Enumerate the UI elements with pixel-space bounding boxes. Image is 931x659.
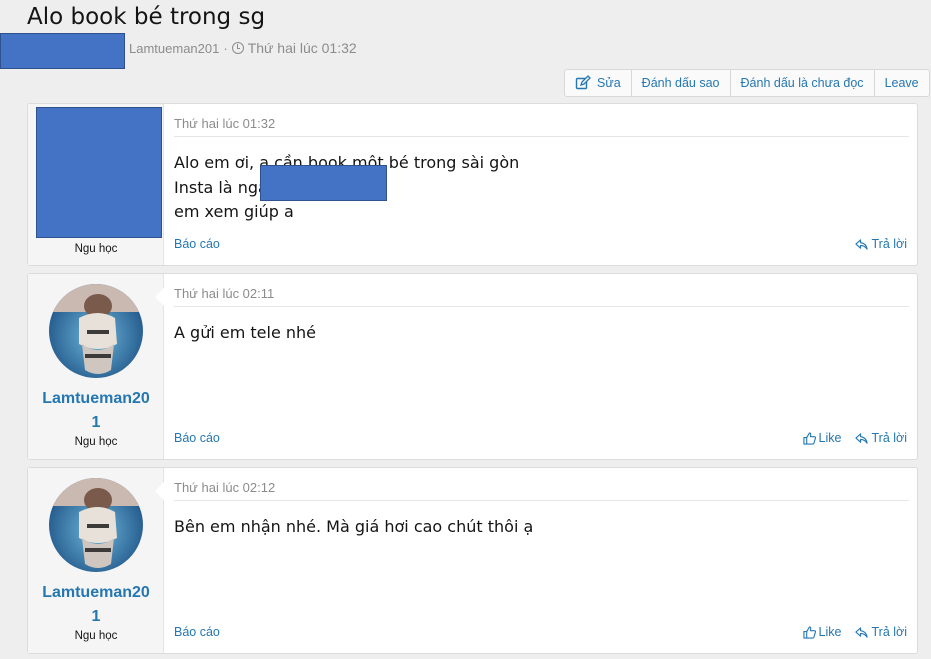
reply-icon	[855, 432, 869, 444]
avatar-image	[49, 284, 143, 378]
post-content: Bên em nhận nhé. Mà giá hơi cao chút thô…	[174, 515, 533, 540]
thread-meta: Lamtueman201 · Thứ hai lúc 01:32	[129, 40, 357, 56]
edit-button[interactable]: Sửa	[565, 70, 631, 96]
user-avatar[interactable]	[49, 284, 143, 378]
post-2: Lamtueman201 Ngu học Thứ hai lúc 02:11 A…	[27, 273, 918, 460]
leave-button[interactable]: Leave	[873, 70, 929, 96]
reply-icon	[855, 626, 869, 638]
thread-actions: Sửa Đánh dấu sao Đánh dấu là chưa đọc Le…	[564, 69, 930, 97]
post-divider	[174, 306, 909, 307]
user-title: Ngu học	[74, 436, 118, 448]
report-link[interactable]: Báo cáo	[174, 625, 220, 639]
meta-separator: ·	[223, 40, 228, 56]
reply-button[interactable]: Trả lời	[855, 237, 907, 251]
thread-author-link[interactable]: Lamtueman201	[129, 41, 219, 56]
post-footer-actions: Trả lời	[855, 237, 907, 251]
post-body: Thứ hai lúc 01:32 Alo em ơi, a cần book …	[164, 104, 917, 265]
thread-start-time[interactable]: Thứ hai lúc 01:32	[248, 40, 357, 56]
reply-label: Trả lời	[871, 625, 907, 639]
post-content: A gửi em tele nhé	[174, 321, 316, 346]
avatar-image	[49, 478, 143, 572]
report-link[interactable]: Báo cáo	[174, 237, 220, 251]
clock-icon	[231, 42, 244, 54]
reply-label: Trả lời	[871, 237, 907, 251]
post-body: Thứ hai lúc 02:12 Bên em nhận nhé. Mà gi…	[164, 468, 917, 653]
post-user-panel: Lamtueman201 Ngu học	[28, 468, 164, 653]
thumbs-up-icon	[802, 625, 816, 639]
post-line: A gửi em tele nhé	[174, 323, 316, 342]
post-3: Lamtueman201 Ngu học Thứ hai lúc 02:12 B…	[27, 467, 918, 654]
user-title: Ngu học	[74, 630, 118, 642]
post-footer-actions: Like Trả lời	[802, 625, 907, 639]
user-panel-arrow	[155, 482, 164, 500]
redacted-avatar	[36, 107, 162, 238]
mark-unread-button[interactable]: Đánh dấu là chưa đọc	[729, 70, 874, 96]
post-divider	[174, 136, 909, 137]
redacted-avatar-block	[0, 33, 125, 69]
reply-button[interactable]: Trả lời	[855, 625, 907, 639]
username-link[interactable]: Lamtueman201	[28, 581, 164, 629]
post-user-panel: Lamtueman201 Ngu học	[28, 274, 164, 459]
user-avatar[interactable]	[49, 478, 143, 572]
post-line: Bên em nhận nhé. Mà giá hơi cao chút thô…	[174, 517, 534, 536]
thread-title: Alo book bé trong sg	[27, 4, 266, 30]
like-label: Like	[818, 625, 842, 639]
reply-label: Trả lời	[871, 431, 907, 445]
post-date[interactable]: Thứ hai lúc 02:11	[174, 286, 274, 301]
post-body: Thứ hai lúc 02:11 A gửi em tele nhé Báo …	[164, 274, 917, 459]
post-footer-actions: Like Trả lời	[802, 431, 907, 445]
reply-icon	[855, 238, 869, 250]
post-line: em xem giúp a	[174, 202, 294, 221]
bookmark-button[interactable]: Đánh dấu sao	[630, 70, 730, 96]
edit-label: Sửa	[597, 76, 621, 90]
username-link[interactable]: Lamtueman201	[28, 387, 164, 435]
thumbs-up-icon	[802, 431, 816, 445]
post-1: Ngu học Thứ hai lúc 01:32 Alo em ơi, a c…	[27, 103, 918, 266]
post-date[interactable]: Thứ hai lúc 02:12	[174, 480, 275, 495]
user-title: Ngu học	[74, 243, 118, 255]
user-panel-arrow	[155, 288, 164, 306]
post-divider	[174, 500, 909, 501]
report-link[interactable]: Báo cáo	[174, 431, 220, 445]
like-label: Like	[818, 431, 842, 445]
edit-icon	[575, 75, 591, 90]
post-user-panel: Ngu học	[28, 104, 164, 265]
like-button[interactable]: Like	[802, 431, 842, 445]
redacted-handle	[260, 165, 387, 201]
reply-button[interactable]: Trả lời	[855, 431, 907, 445]
like-button[interactable]: Like	[802, 625, 842, 639]
post-date[interactable]: Thứ hai lúc 01:32	[174, 116, 275, 131]
